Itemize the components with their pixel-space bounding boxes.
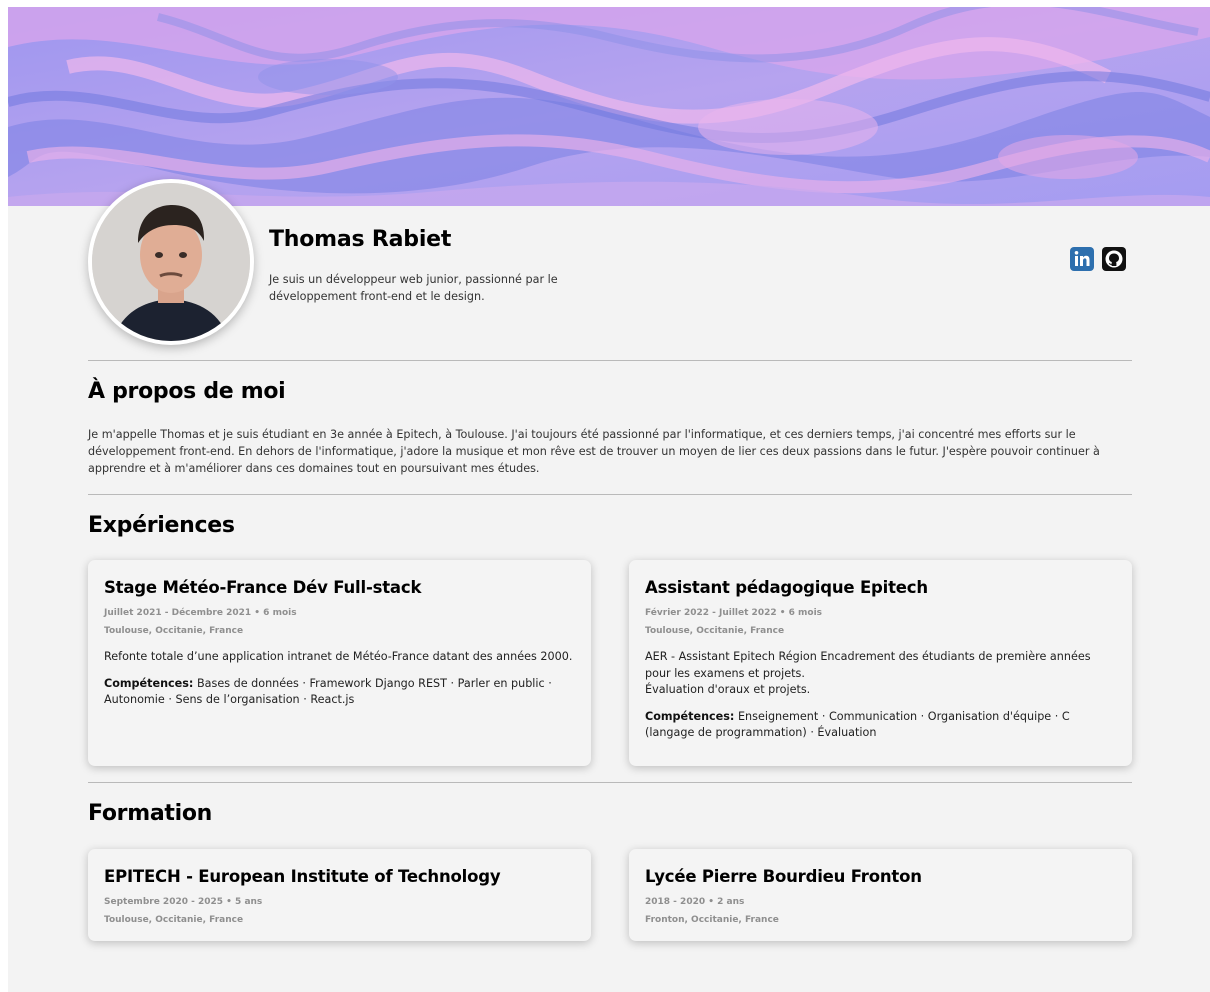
profile-photo xyxy=(88,179,254,345)
formation-card: EPITECH - European Institute of Technolo… xyxy=(88,849,591,941)
experience-location: Toulouse, Occitanie, France xyxy=(645,625,785,636)
divider xyxy=(88,494,1132,495)
cover-banner xyxy=(8,7,1210,206)
formation-card: Lycée Pierre Bourdieu Fronton 2018 - 202… xyxy=(629,849,1132,941)
divider xyxy=(88,782,1132,783)
linkedin-link[interactable] xyxy=(1070,247,1094,271)
formation-period: 2018 - 2020 • 2 ans xyxy=(645,897,745,907)
divider xyxy=(88,360,1132,361)
formation-period: Septembre 2020 - 2025 • 5 ans xyxy=(104,897,263,907)
experience-location: Toulouse, Occitanie, France xyxy=(104,625,244,636)
github-icon xyxy=(1105,250,1123,268)
github-link[interactable] xyxy=(1102,247,1126,271)
formation-school: EPITECH - European Institute of Technolo… xyxy=(104,867,501,886)
description-line: Évaluation d'oraux et projets. xyxy=(645,683,811,696)
social-links xyxy=(1070,247,1126,271)
profile-tagline: Je suis un développeur web junior, passi… xyxy=(269,273,558,303)
formation-school: Lycée Pierre Bourdieu Fronton xyxy=(645,867,922,886)
profile-page: Thomas Rabiet Je suis un développeur web… xyxy=(8,7,1210,992)
experience-title: Assistant pédagogique Epitech xyxy=(645,578,928,597)
experience-skills: Compétences: Bases de données · Framewor… xyxy=(104,676,575,709)
experience-card: Assistant pédagogique Epitech Février 20… xyxy=(629,560,1132,766)
experience-skills: Compétences: Enseignement · Communicatio… xyxy=(645,709,1116,742)
experience-description: Refonte totale d’une application intrane… xyxy=(104,650,573,663)
about-text: Je m'appelle Thomas et je suis étudiant … xyxy=(88,428,1100,475)
formation-title: Formation xyxy=(88,801,213,826)
about-title: À propos de moi xyxy=(88,379,286,404)
experience-period: Juillet 2021 - Décembre 2021 • 6 mois xyxy=(104,608,297,618)
profile-name: Thomas Rabiet xyxy=(269,227,452,252)
experience-card: Stage Météo-France Dév Full-stack Juille… xyxy=(88,560,591,766)
experience-title: Stage Météo-France Dév Full-stack xyxy=(104,578,422,597)
linkedin-icon xyxy=(1074,251,1090,266)
experiences-title: Expériences xyxy=(88,513,235,538)
formation-location: Toulouse, Occitanie, France xyxy=(104,914,244,925)
experience-period: Février 2022 - Juillet 2022 • 6 mois xyxy=(645,608,823,618)
experience-description: AER - Assistant Epitech Région Encadreme… xyxy=(645,649,1116,699)
skills-label: Compétences: xyxy=(104,676,194,690)
formation-location: Fronton, Occitanie, France xyxy=(645,914,779,925)
description-line: AER - Assistant Epitech Région Encadreme… xyxy=(645,650,1091,680)
skills-label: Compétences: xyxy=(645,709,735,723)
